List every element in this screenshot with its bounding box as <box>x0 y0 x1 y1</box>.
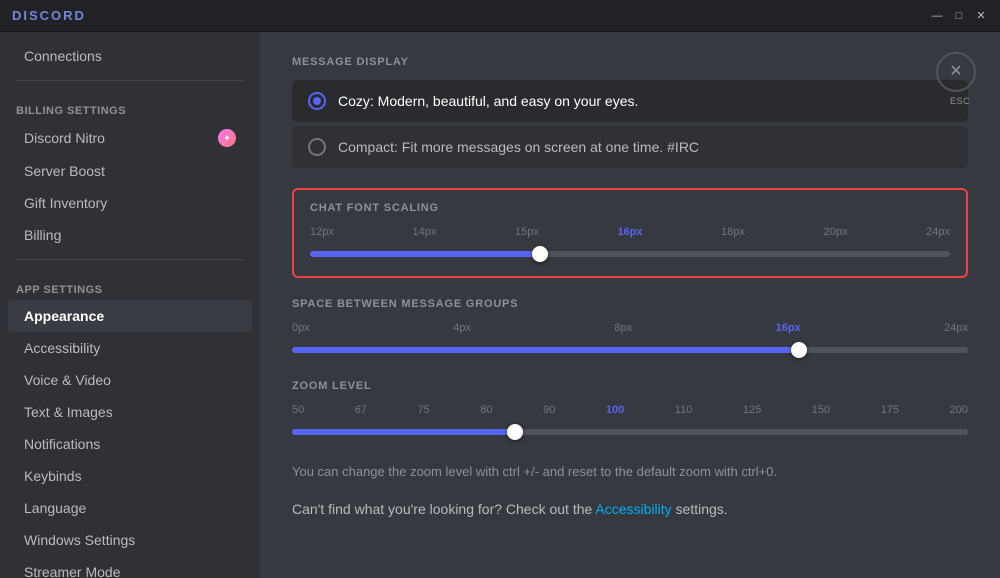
nitro-icon: ✦ <box>218 129 236 147</box>
space-label-16px: 16px <box>776 322 801 334</box>
app-section-header: App Settings <box>0 268 260 300</box>
space-label-0px: 0px <box>292 322 310 334</box>
sidebar-item-billing[interactable]: Billing <box>8 219 252 251</box>
font-label-18px: 18px <box>721 226 745 238</box>
zoom-label-110: 110 <box>675 404 693 416</box>
sidebar-item-accessibility[interactable]: Accessibility <box>8 332 252 364</box>
sidebar-item-streamer-mode[interactable]: Streamer Mode <box>8 556 252 578</box>
zoom-label-90: 90 <box>543 404 555 416</box>
font-label-16px: 16px <box>617 226 642 238</box>
zoom-level-fill <box>292 429 515 435</box>
chat-font-scaling-section: CHAT FONT SCALING 12px 14px 15px 16px 18… <box>292 188 968 278</box>
space-between-fill <box>292 347 799 353</box>
sidebar: Connections Billing Settings Discord Nit… <box>0 32 260 578</box>
space-label-4px: 4px <box>453 322 471 334</box>
space-between-section: SPACE BETWEEN MESSAGE GROUPS 0px 4px 8px… <box>292 298 968 360</box>
zoom-label-50: 50 <box>292 404 304 416</box>
sidebar-item-server-boost[interactable]: Server Boost <box>8 155 252 187</box>
zoom-label-67: 67 <box>355 404 367 416</box>
message-display-section: MESSAGE DISPLAY Cozy: Modern, beautiful,… <box>292 56 968 168</box>
space-label-24px: 24px <box>944 322 968 334</box>
zoom-label-100: 100 <box>606 404 624 416</box>
app-logo: DISCORD <box>12 8 86 23</box>
font-label-15px: 15px <box>515 226 539 238</box>
sidebar-item-language[interactable]: Language <box>8 492 252 524</box>
zoom-hint: You can change the zoom level with ctrl … <box>292 462 968 482</box>
radio-inner-cozy <box>313 97 321 105</box>
font-scaling-thumb[interactable] <box>532 246 548 262</box>
accessibility-link[interactable]: Accessibility <box>595 501 671 517</box>
space-label-8px: 8px <box>614 322 632 334</box>
font-label-12px: 12px <box>310 226 334 238</box>
esc-label: ESC <box>950 96 970 106</box>
zoom-label-75: 75 <box>418 404 430 416</box>
zoom-level-title: ZOOM LEVEL <box>292 380 968 392</box>
space-between-labels: 0px 4px 8px 16px 24px <box>292 322 968 334</box>
zoom-level-track <box>292 429 968 435</box>
message-option-cozy[interactable]: Cozy: Modern, beautiful, and easy on you… <box>292 80 968 122</box>
zoom-label-125: 125 <box>743 404 761 416</box>
sidebar-item-gift-inventory[interactable]: Gift Inventory <box>8 187 252 219</box>
sidebar-item-text-images[interactable]: Text & Images <box>8 396 252 428</box>
sidebar-divider-1 <box>16 80 244 81</box>
sidebar-item-notifications[interactable]: Notifications <box>8 428 252 460</box>
main-content: ✕ ESC MESSAGE DISPLAY Cozy: Modern, beau… <box>260 32 1000 578</box>
sidebar-divider-2 <box>16 259 244 260</box>
sidebar-item-discord-nitro[interactable]: Discord Nitro ✦ <box>8 121 252 155</box>
radio-compact <box>308 138 326 156</box>
zoom-label-200: 200 <box>950 404 968 416</box>
zoom-label-175: 175 <box>881 404 899 416</box>
sidebar-item-keybinds[interactable]: Keybinds <box>8 460 252 492</box>
close-button[interactable]: ✕ <box>974 9 988 23</box>
radio-cozy <box>308 92 326 110</box>
app-body: Connections Billing Settings Discord Nit… <box>0 32 1000 578</box>
billing-section-header: Billing Settings <box>0 89 260 121</box>
zoom-label-150: 150 <box>812 404 830 416</box>
message-option-compact[interactable]: Compact: Fit more messages on screen at … <box>292 126 968 168</box>
font-label-24px: 24px <box>926 226 950 238</box>
space-between-title: SPACE BETWEEN MESSAGE GROUPS <box>292 298 968 310</box>
zoom-level-thumb[interactable] <box>507 424 523 440</box>
sidebar-item-voice-video[interactable]: Voice & Video <box>8 364 252 396</box>
find-text-prefix: Can't find what you're looking for? Chec… <box>292 501 595 517</box>
maximize-button[interactable]: □ <box>952 9 966 23</box>
font-scaling-fill <box>310 251 540 257</box>
find-text-suffix: settings. <box>672 501 728 517</box>
sidebar-item-windows-settings[interactable]: Windows Settings <box>8 524 252 556</box>
compact-label: Compact: Fit more messages on screen at … <box>338 139 699 155</box>
space-between-thumb[interactable] <box>791 342 807 358</box>
zoom-level-section: ZOOM LEVEL 50 67 75 80 90 100 110 125 15… <box>292 380 968 442</box>
titlebar: DISCORD — □ ✕ <box>0 0 1000 32</box>
chat-font-scaling-slider[interactable] <box>310 244 950 264</box>
cozy-label: Cozy: Modern, beautiful, and easy on you… <box>338 93 638 109</box>
find-text: Can't find what you're looking for? Chec… <box>292 498 968 520</box>
sidebar-item-appearance[interactable]: Appearance <box>8 300 252 332</box>
font-scaling-track <box>310 251 950 257</box>
space-between-slider[interactable] <box>292 340 968 360</box>
zoom-level-labels: 50 67 75 80 90 100 110 125 150 175 200 <box>292 404 968 416</box>
close-icon: ✕ <box>949 64 962 80</box>
chat-font-scaling-title: CHAT FONT SCALING <box>310 202 950 214</box>
chat-font-scaling-labels: 12px 14px 15px 16px 18px 20px 24px <box>310 226 950 238</box>
message-display-title: MESSAGE DISPLAY <box>292 56 968 68</box>
space-between-track <box>292 347 968 353</box>
sidebar-item-connections[interactable]: Connections <box>8 40 252 72</box>
zoom-label-80: 80 <box>480 404 492 416</box>
zoom-level-slider[interactable] <box>292 422 968 442</box>
esc-button[interactable]: ✕ <box>936 52 976 92</box>
font-label-20px: 20px <box>824 226 848 238</box>
window-controls: — □ ✕ <box>930 9 988 23</box>
minimize-button[interactable]: — <box>930 9 944 23</box>
font-label-14px: 14px <box>412 226 436 238</box>
